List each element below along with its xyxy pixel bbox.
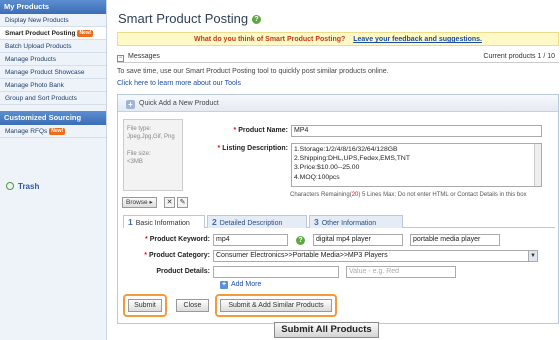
learn-more-link[interactable]: Click here to learn more about our Tools (117, 80, 241, 87)
sidebar-item-manage-products[interactable]: Manage Products (0, 53, 106, 66)
page-title-text: Smart Product Posting (118, 11, 249, 26)
listing-line: 2.Shipping:DHL,UPS,Fedex,EMS,TNT (294, 155, 410, 163)
add-more-label: Add More (231, 281, 262, 288)
file-type-value: Jpeg,Jpg,Gif, Png (127, 134, 175, 140)
sidebar-item-group-and-sort-products[interactable]: Group and Sort Products (0, 92, 106, 105)
submit-all-products-button[interactable]: Submit All Products (274, 322, 379, 338)
sidebar-item-label: Manage Products (5, 56, 56, 63)
product-name-input[interactable]: MP4 (291, 125, 542, 137)
help-icon[interactable]: ? (252, 15, 262, 24)
main-content: Smart Product Posting? What do you think… (112, 0, 560, 340)
panel-header: + Quick Add a New Product (118, 95, 558, 112)
sidebar-item-manage-product-showcase[interactable]: Manage Product Showcase (0, 66, 106, 79)
sidebar-section-customized-sourcing: Customized Sourcing (0, 111, 106, 125)
textarea-scrollbar[interactable] (534, 144, 541, 186)
messages-label: Messages (128, 53, 160, 60)
listing-line: 4.MOQ:100pcs (294, 173, 340, 181)
panel-title: Quick Add a New Product (139, 100, 219, 107)
messages-bar: − Messages Current products 1 / 10 (117, 51, 559, 63)
pencil-icon: ✎ (179, 199, 186, 206)
collapse-toggle-icon[interactable]: − (117, 55, 124, 62)
listing-line: 1.Storage:1/2/4/8/16/32/64/128GB (294, 146, 398, 153)
product-name-label: * Product Name: (233, 127, 288, 134)
feedback-link[interactable]: Leave your feedback and suggestions. (353, 36, 482, 43)
form-tabs: 1 Basic Information 2 Detailed Description… (123, 215, 555, 228)
plus-icon: + (220, 281, 228, 289)
intro-text: To save time, use our Smart Product Post… (117, 68, 389, 75)
sidebar-item-manage-rfqs[interactable]: Manage RFQs New! (0, 125, 106, 138)
recycle-icon (6, 182, 14, 190)
edit-image-button[interactable]: ✎ (177, 197, 188, 208)
tab-basic-information[interactable]: 1 Basic Information (123, 215, 205, 228)
add-more-link[interactable]: + Add More (220, 281, 261, 289)
file-size-value: <3MB (127, 159, 143, 165)
sidebar-item-label: Batch Upload Products (5, 43, 72, 50)
close-icon: ✕ (166, 199, 173, 206)
image-upload-box[interactable]: File type: Jpeg,Jpg,Gif, Png File size: … (123, 119, 183, 191)
sidebar-item-label: Manage RFQs (5, 128, 48, 135)
sidebar-item-manage-photo-bank[interactable]: Manage Photo Bank (0, 79, 106, 92)
product-keyword-label: * Product Keyword: (144, 236, 210, 243)
keyword-input-1[interactable]: mp4 (213, 234, 288, 246)
delete-image-button[interactable]: ✕ (164, 197, 175, 208)
close-button[interactable]: Close (176, 299, 209, 312)
sidebar-section-my-products: My Products (0, 0, 106, 14)
quick-add-panel: + Quick Add a New Product File type: Jpeg… (117, 94, 559, 324)
characters-remaining-note: Characters Remaining(20) 5 Lines Max; Do… (290, 192, 527, 198)
feedback-banner: What do you think of Smart Product Posti… (117, 32, 559, 46)
sidebar-item-label: Manage Product Showcase (5, 69, 85, 76)
sidebar-item-label: Smart Product Posting (5, 30, 76, 37)
sidebar-item-label: Group and Sort Products (5, 95, 77, 102)
file-type-label: File type: (127, 126, 152, 132)
listing-line: 3.Price:$10.00--25.00 (294, 164, 360, 172)
sidebar-item-label: Display New Products (5, 17, 69, 24)
sidebar-trash-link[interactable]: Trash (6, 182, 39, 191)
file-size-label: File size: (127, 151, 151, 157)
help-icon[interactable]: ? (296, 236, 305, 245)
keyword-input-3[interactable]: portable media player (410, 234, 500, 246)
dropdown-arrow-icon: ▸ (149, 199, 153, 206)
listing-description-textarea[interactable]: 1.Storage:1/2/4/8/16/32/64/128GB 2.Shipp… (291, 143, 542, 187)
detail-name-input[interactable] (213, 266, 339, 278)
feedback-question: What do you think of Smart Product Posti… (194, 36, 346, 43)
sidebar-item-display-new-products[interactable]: Display New Products (0, 14, 106, 27)
submit-button[interactable]: Submit (128, 299, 162, 312)
chevron-down-icon: ▼ (528, 251, 537, 261)
new-badge: New! (77, 29, 94, 37)
tab-other-information[interactable]: 3 Other Information (309, 215, 403, 228)
new-badge: New! (49, 127, 66, 135)
trash-label: Trash (18, 182, 40, 191)
page-title: Smart Product Posting? (118, 11, 262, 26)
add-icon: + (126, 100, 135, 109)
product-category-label: * Product Category: (144, 252, 210, 259)
browse-button[interactable]: Browse ▸ (122, 197, 157, 208)
category-value: Consumer Electronics>>Portable Media>>MP… (216, 252, 388, 259)
keyword-input-2[interactable]: digital mp4 player (313, 234, 403, 246)
sidebar-item-smart-product-posting[interactable]: Smart Product Posting New! (0, 27, 106, 40)
current-products-count: Current products 1 / 10 (483, 53, 555, 60)
sidebar: My Products Display New Products Smart P… (0, 0, 107, 340)
tab-detailed-description[interactable]: 2 Detailed Description (207, 215, 307, 228)
browse-label: Browse (126, 199, 148, 206)
product-category-select[interactable]: Consumer Electronics>>Portable Media>>MP… (213, 250, 538, 262)
product-details-label: Product Details: (156, 268, 210, 275)
listing-description-label: * Listing Description: (217, 145, 288, 152)
submit-add-similar-button[interactable]: Submit & Add Similar Products (220, 299, 332, 312)
sidebar-item-label: Manage Photo Bank (5, 82, 64, 89)
sidebar-item-batch-upload-products[interactable]: Batch Upload Products (0, 40, 106, 53)
detail-value-input[interactable]: Value - e.g. Red (346, 266, 456, 278)
